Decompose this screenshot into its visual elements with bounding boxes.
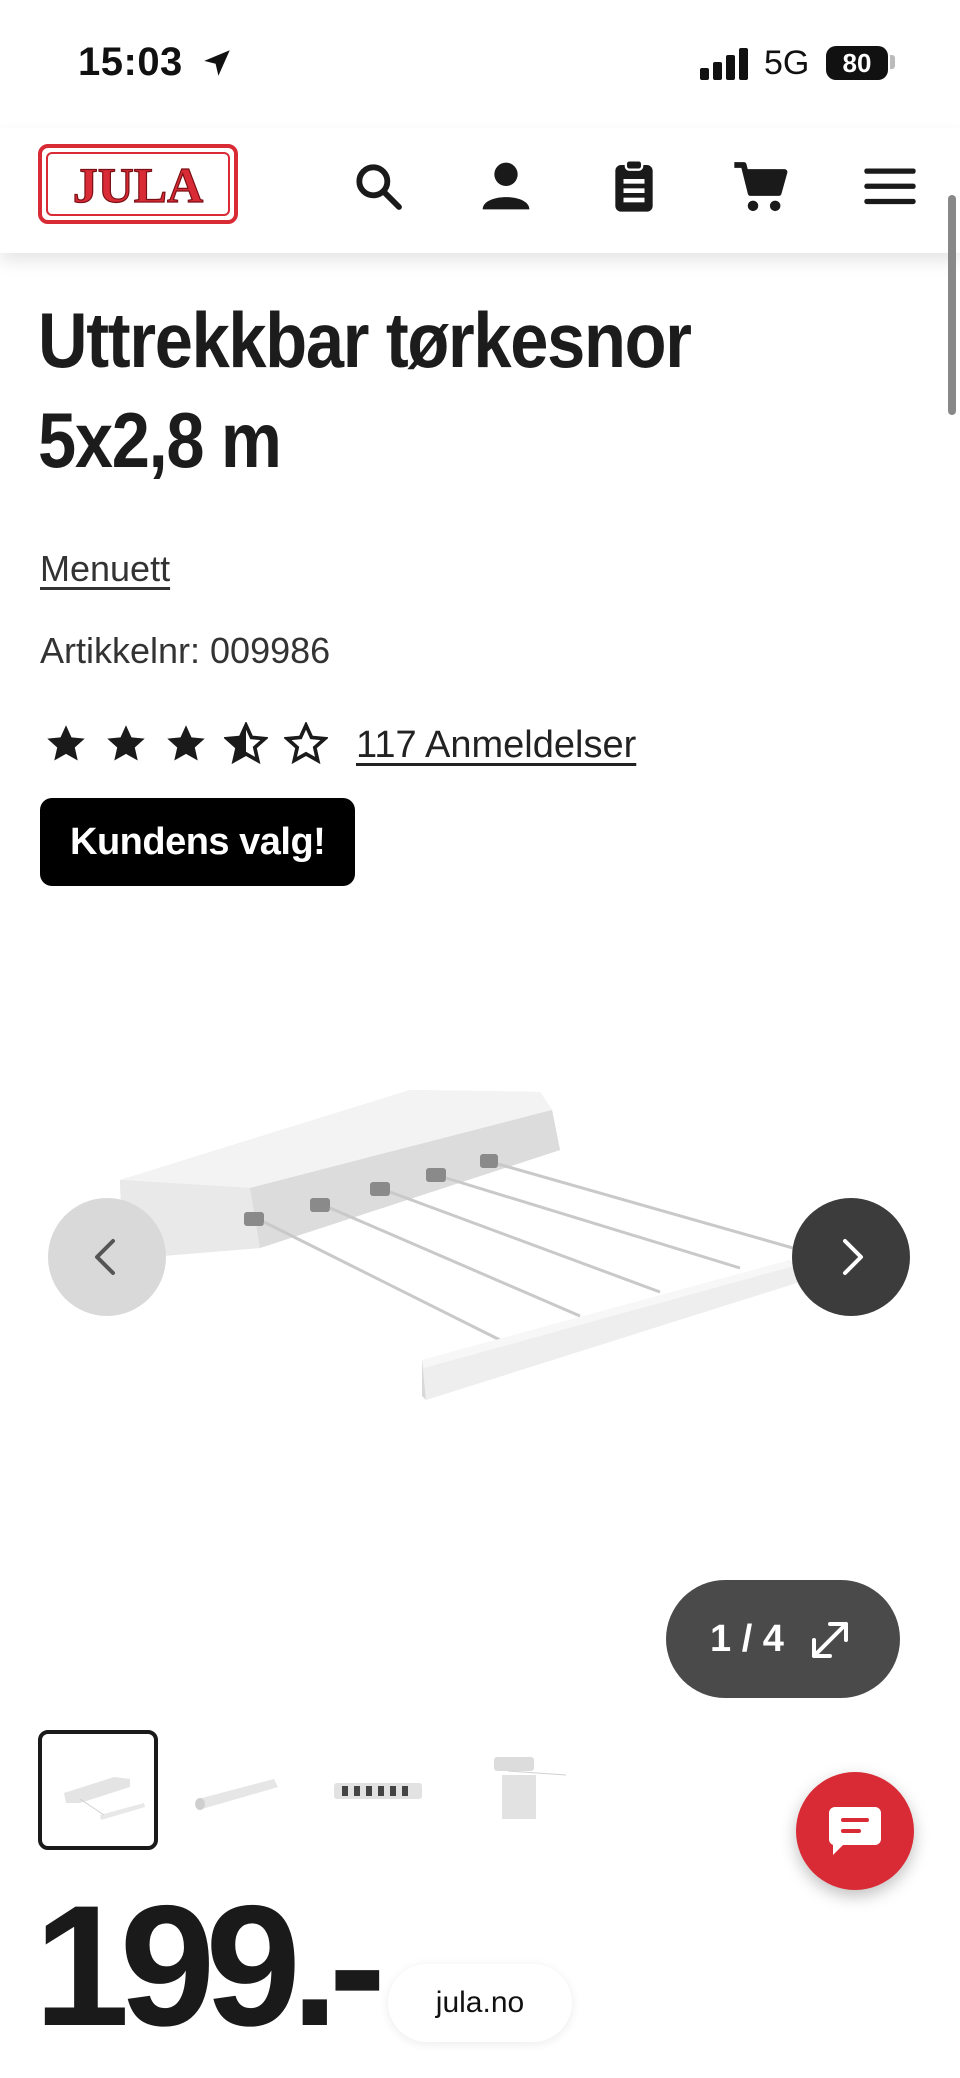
- user-icon[interactable]: [478, 158, 534, 214]
- article-number: Artikkelnr: 009986: [40, 630, 330, 672]
- signal-icon: [700, 48, 750, 80]
- customer-choice-badge: Kundens valg!: [40, 798, 356, 886]
- product-price: 199.-: [34, 1870, 386, 2062]
- status-time: 15:03: [78, 40, 183, 84]
- star-full-icon: [107, 725, 145, 761]
- scrollbar[interactable]: [948, 195, 956, 415]
- thumbnail-image: [195, 1779, 278, 1810]
- clipboard-icon[interactable]: [606, 158, 662, 214]
- battery-tip: [890, 55, 895, 69]
- product-title: Uttrekkbar tørkesnor 5x2,8 m: [38, 296, 692, 484]
- thumbnail-image: [494, 1757, 567, 1819]
- rating-stars[interactable]: [44, 722, 328, 774]
- star-half-icon: [224, 722, 268, 765]
- chat-button[interactable]: [796, 1772, 914, 1890]
- gallery-next-button[interactable]: [792, 1198, 910, 1316]
- thumbnail-strip: [38, 1730, 598, 1850]
- gallery-counter-button[interactable]: 1 / 4: [666, 1580, 900, 1698]
- star-full-icon: [167, 725, 205, 761]
- star-empty-icon: [284, 722, 328, 765]
- browser-url-pill[interactable]: jula.no: [388, 1964, 572, 2042]
- reviews-link[interactable]: 117 Anmeldelser: [356, 724, 636, 767]
- thumbnail-2[interactable]: [178, 1730, 298, 1850]
- chevron-left-icon: [95, 1239, 115, 1275]
- article-value: 009986: [210, 630, 331, 671]
- menu-icon[interactable]: [862, 158, 918, 214]
- thumbnail-image: [334, 1783, 422, 1799]
- product-image[interactable]: [100, 1070, 860, 1440]
- chat-icon: [828, 1807, 881, 1855]
- battery-icon: 80: [826, 46, 888, 80]
- chevron-right-icon: [843, 1239, 863, 1275]
- cart-icon[interactable]: [732, 158, 788, 214]
- network-label: 5G: [764, 44, 810, 82]
- location-arrow-icon: [204, 50, 230, 76]
- site-header: JULA: [0, 128, 960, 253]
- jula-logo[interactable]: JULA: [38, 144, 238, 224]
- thumbnail-3[interactable]: [318, 1730, 438, 1850]
- status-bar: 15:03 5G 80: [0, 0, 960, 128]
- logo-text: JULA: [73, 157, 204, 213]
- gallery-counter: 1 / 4: [710, 1618, 784, 1660]
- article-label: Artikkelnr:: [40, 630, 201, 671]
- gallery-prev-button[interactable]: [48, 1198, 166, 1316]
- search-icon[interactable]: [350, 158, 406, 214]
- thumbnail-4[interactable]: [458, 1730, 578, 1850]
- thumbnail-image: [64, 1777, 145, 1820]
- brand-link[interactable]: Menuett: [40, 548, 170, 590]
- star-full-icon: [47, 725, 85, 761]
- thumbnail-1[interactable]: [38, 1730, 158, 1850]
- expand-icon: [812, 1622, 848, 1658]
